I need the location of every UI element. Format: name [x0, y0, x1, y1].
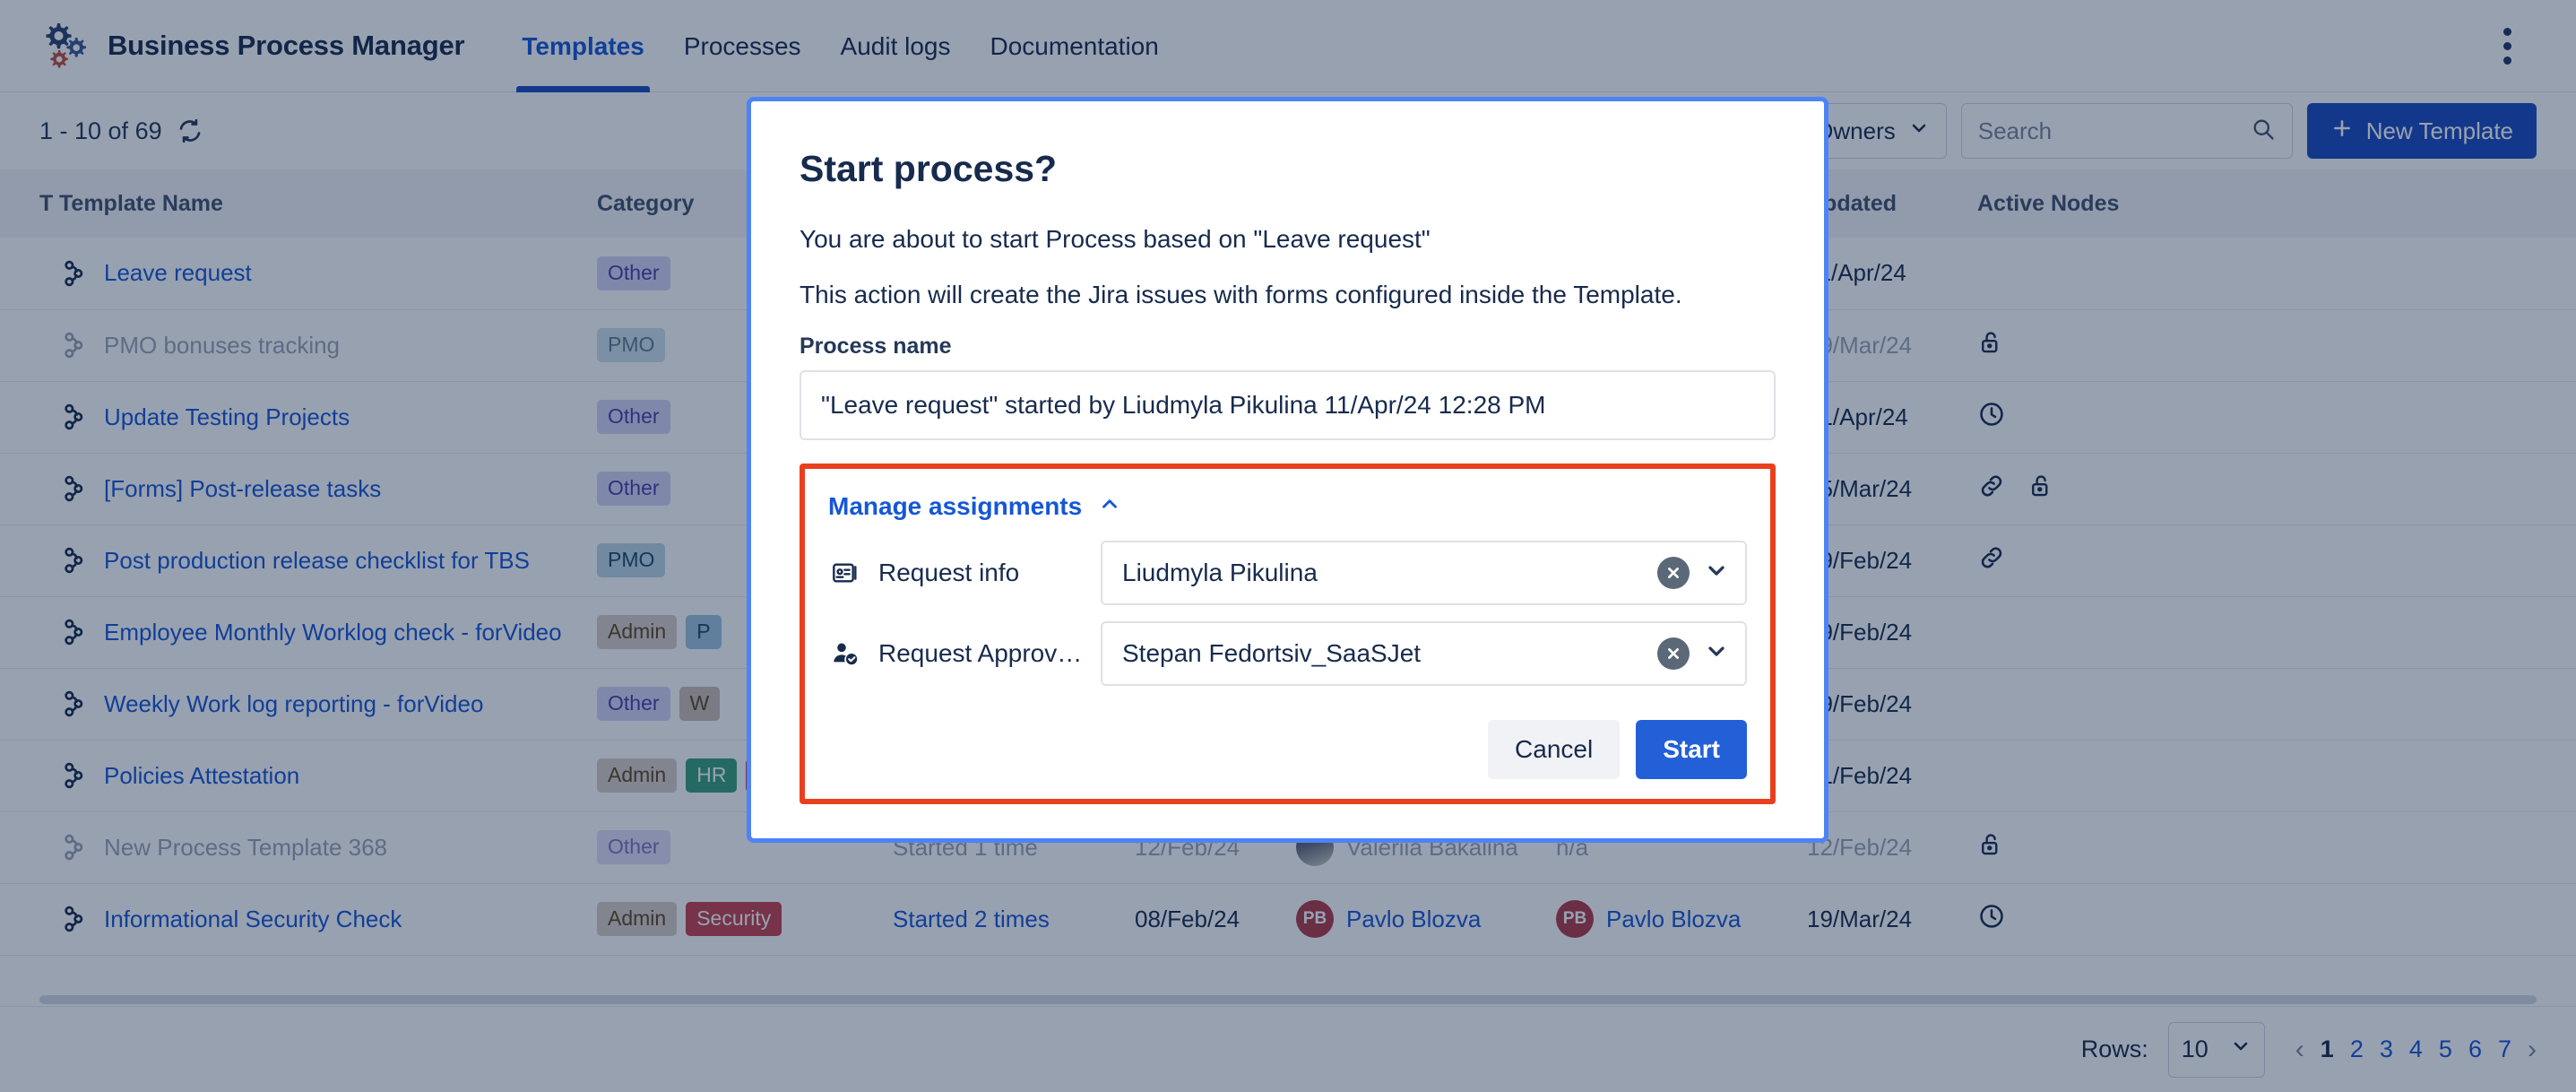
start-process-modal: Start process? You are about to start Pr… [747, 97, 1828, 843]
manage-assignments-title: Manage assignments [828, 491, 1083, 520]
manage-assignments-toggle[interactable]: Manage assignments [828, 492, 1747, 521]
start-button[interactable]: Start [1636, 719, 1747, 779]
manage-assignments-section: Manage assignments Request info Liudmyla… [800, 463, 1776, 804]
clear-circle-icon[interactable] [1657, 556, 1690, 589]
screen-root: Business Process Manager Templates Proce… [0, 0, 2576, 1092]
assignment-value-request-info: Liudmyla Pikulina [1122, 558, 1318, 586]
modal-description-line-1: You are about to start Process based on … [800, 225, 1431, 253]
assignment-row-request-info: Request info Liudmyla Pikulina [828, 540, 1747, 605]
assignment-row-request-approval: Request Approv… Stepan Fedortsiv_SaaSJet [828, 620, 1747, 686]
clear-circle-icon[interactable] [1657, 637, 1690, 670]
process-name-label: Process name [800, 333, 952, 359]
chevron-down-icon[interactable] [1704, 638, 1729, 668]
modal-action-buttons: Cancel Start [828, 719, 1747, 779]
chevron-up-icon [1098, 492, 1121, 520]
assignment-label-request-info: Request info [878, 558, 1020, 586]
id-card-icon [828, 559, 862, 587]
chevron-down-icon[interactable] [1704, 558, 1729, 587]
assignment-value-request-approval: Stepan Fedortsiv_SaaSJet [1122, 638, 1422, 667]
assignment-label-request-approval: Request Approv… [878, 638, 1083, 667]
modal-title: Start process? [800, 148, 1058, 189]
user-check-icon [828, 639, 862, 668]
assignment-select-request-approval[interactable]: Stepan Fedortsiv_SaaSJet [1101, 620, 1747, 686]
process-name-input[interactable] [800, 369, 1776, 440]
cancel-button[interactable]: Cancel [1488, 719, 1621, 779]
modal-description-line-2: This action will create the Jira issues … [800, 280, 1682, 308]
assignment-select-request-info[interactable]: Liudmyla Pikulina [1101, 540, 1747, 605]
